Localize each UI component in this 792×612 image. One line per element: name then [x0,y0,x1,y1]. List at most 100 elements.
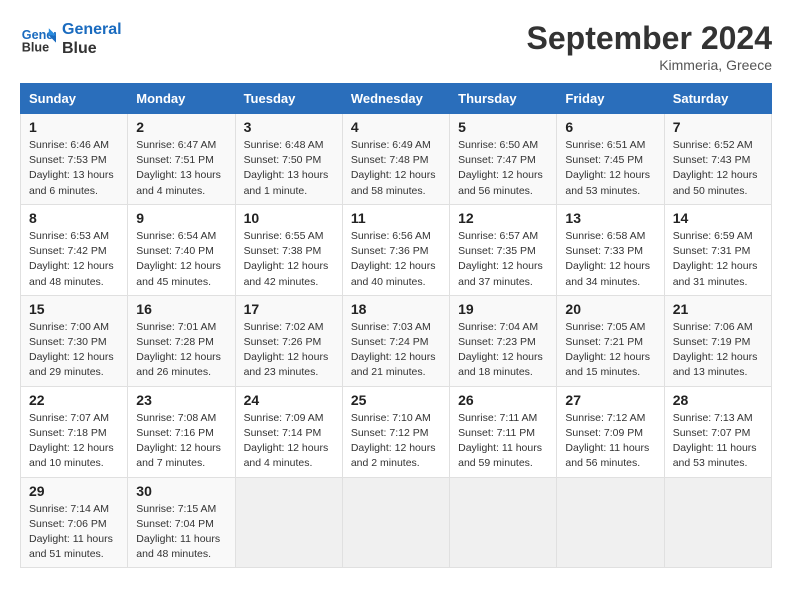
logo-text-general: General [62,20,122,39]
calendar-cell: 10Sunrise: 6:55 AM Sunset: 7:38 PM Dayli… [235,204,342,295]
day-number: 7 [673,119,763,135]
logo-icon: General Blue [20,21,56,57]
day-info: Sunrise: 7:13 AM Sunset: 7:07 PM Dayligh… [673,411,763,472]
calendar-cell [557,477,664,568]
calendar-week-1: 1Sunrise: 6:46 AM Sunset: 7:53 PM Daylig… [21,114,772,205]
weekday-header-wednesday: Wednesday [342,84,449,114]
day-number: 8 [29,210,119,226]
calendar-cell: 20 Sunrise: 7:05 AM Sunset: 7:21 PM Dayli… [557,295,664,386]
calendar-cell: 21Sunrise: 7:06 AM Sunset: 7:19 PM Dayli… [664,295,771,386]
calendar-cell: 29 Sunrise: 7:14 AM Sunset: 7:06 PM Dayli… [21,477,128,568]
day-number: 2 [136,119,226,135]
day-number: 22 [29,392,119,408]
day-number: 14 [673,210,763,226]
calendar-cell: 15 Sunrise: 7:00 AM Sunset: 7:30 PM Dayli… [21,295,128,386]
day-info: Sunrise: 6:56 AM Sunset: 7:36 PM Dayligh… [351,229,441,290]
day-info: Sunrise: 7:08 AM Sunset: 7:16 PM Dayligh… [136,411,226,472]
day-number: 17 [244,301,334,317]
calendar-cell: 19 Sunrise: 7:04 AM Sunset: 7:23 PM Dayli… [450,295,557,386]
day-info: Sunrise: 6:48 AM Sunset: 7:50 PM Dayligh… [244,138,334,199]
calendar-cell: 22 Sunrise: 7:07 AM Sunset: 7:18 PM Dayli… [21,386,128,477]
calendar-week-2: 8 Sunrise: 6:53 AM Sunset: 7:42 PM Daylig… [21,204,772,295]
day-number: 12 [458,210,548,226]
day-info: Sunrise: 7:02 AM Sunset: 7:26 PM Dayligh… [244,320,334,381]
day-info: Sunrise: 6:55 AM Sunset: 7:38 PM Dayligh… [244,229,334,290]
day-number: 28 [673,392,763,408]
svg-text:Blue: Blue [22,41,49,55]
calendar-cell [664,477,771,568]
calendar-cell: 13Sunrise: 6:58 AM Sunset: 7:33 PM Dayli… [557,204,664,295]
day-number: 23 [136,392,226,408]
day-info: Sunrise: 7:03 AM Sunset: 7:24 PM Dayligh… [351,320,441,381]
day-number: 25 [351,392,441,408]
calendar-cell: 9Sunrise: 6:54 AM Sunset: 7:40 PM Daylig… [128,204,235,295]
calendar-table: SundayMondayTuesdayWednesdayThursdayFrid… [20,83,772,568]
calendar-cell: 17 Sunrise: 7:02 AM Sunset: 7:26 PM Dayli… [235,295,342,386]
day-number: 27 [565,392,655,408]
calendar-cell: 2 Sunrise: 6:47 AM Sunset: 7:51 PM Daylig… [128,114,235,205]
calendar-cell: 4 Sunrise: 6:49 AM Sunset: 7:48 PM Daylig… [342,114,449,205]
day-number: 19 [458,301,548,317]
month-title: September 2024 [527,20,772,57]
weekday-header-saturday: Saturday [664,84,771,114]
calendar-cell: 14Sunrise: 6:59 AM Sunset: 7:31 PM Dayli… [664,204,771,295]
day-info: Sunrise: 7:05 AM Sunset: 7:21 PM Dayligh… [565,320,655,381]
day-number: 6 [565,119,655,135]
logo-text-blue: Blue [62,39,122,58]
day-info: Sunrise: 7:14 AM Sunset: 7:06 PM Dayligh… [29,502,119,563]
day-info: Sunrise: 6:53 AM Sunset: 7:42 PM Dayligh… [29,229,119,290]
calendar-cell: 28 Sunrise: 7:13 AM Sunset: 7:07 PM Dayli… [664,386,771,477]
calendar-cell: 23 Sunrise: 7:08 AM Sunset: 7:16 PM Dayli… [128,386,235,477]
day-info: Sunrise: 7:11 AM Sunset: 7:11 PM Dayligh… [458,411,548,472]
calendar-cell [342,477,449,568]
day-info: Sunrise: 6:51 AM Sunset: 7:45 PM Dayligh… [565,138,655,199]
calendar-title-area: September 2024 Kimmeria, Greece [527,20,772,73]
day-number: 15 [29,301,119,317]
calendar-cell: 16Sunrise: 7:01 AM Sunset: 7:28 PM Dayli… [128,295,235,386]
page-header: General Blue General Blue September 2024… [20,20,772,73]
day-info: Sunrise: 7:07 AM Sunset: 7:18 PM Dayligh… [29,411,119,472]
calendar-week-5: 29 Sunrise: 7:14 AM Sunset: 7:06 PM Dayli… [21,477,772,568]
day-info: Sunrise: 7:00 AM Sunset: 7:30 PM Dayligh… [29,320,119,381]
day-info: Sunrise: 6:54 AM Sunset: 7:40 PM Dayligh… [136,229,226,290]
day-number: 26 [458,392,548,408]
day-number: 4 [351,119,441,135]
calendar-week-4: 22 Sunrise: 7:07 AM Sunset: 7:18 PM Dayli… [21,386,772,477]
calendar-cell: 3 Sunrise: 6:48 AM Sunset: 7:50 PM Daylig… [235,114,342,205]
day-number: 18 [351,301,441,317]
day-info: Sunrise: 7:06 AM Sunset: 7:19 PM Dayligh… [673,320,763,381]
calendar-cell: 12Sunrise: 6:57 AM Sunset: 7:35 PM Dayli… [450,204,557,295]
logo: General Blue General Blue [20,20,122,58]
calendar-cell [235,477,342,568]
day-info: Sunrise: 7:15 AM Sunset: 7:04 PM Dayligh… [136,502,226,563]
calendar-cell: 6 Sunrise: 6:51 AM Sunset: 7:45 PM Daylig… [557,114,664,205]
day-number: 5 [458,119,548,135]
day-number: 29 [29,483,119,499]
day-info: Sunrise: 7:12 AM Sunset: 7:09 PM Dayligh… [565,411,655,472]
weekday-header-sunday: Sunday [21,84,128,114]
calendar-cell: 5Sunrise: 6:50 AM Sunset: 7:47 PM Daylig… [450,114,557,205]
day-info: Sunrise: 6:49 AM Sunset: 7:48 PM Dayligh… [351,138,441,199]
day-number: 20 [565,301,655,317]
day-info: Sunrise: 6:46 AM Sunset: 7:53 PM Dayligh… [29,138,119,199]
day-info: Sunrise: 7:09 AM Sunset: 7:14 PM Dayligh… [244,411,334,472]
weekday-header-tuesday: Tuesday [235,84,342,114]
calendar-header-row: SundayMondayTuesdayWednesdayThursdayFrid… [21,84,772,114]
day-number: 30 [136,483,226,499]
calendar-cell: 26 Sunrise: 7:11 AM Sunset: 7:11 PM Dayli… [450,386,557,477]
location: Kimmeria, Greece [527,57,772,73]
calendar-cell: 25Sunrise: 7:10 AM Sunset: 7:12 PM Dayli… [342,386,449,477]
day-number: 11 [351,210,441,226]
calendar-cell: 27 Sunrise: 7:12 AM Sunset: 7:09 PM Dayli… [557,386,664,477]
calendar-cell: 7Sunrise: 6:52 AM Sunset: 7:43 PM Daylig… [664,114,771,205]
day-info: Sunrise: 7:04 AM Sunset: 7:23 PM Dayligh… [458,320,548,381]
weekday-header-thursday: Thursday [450,84,557,114]
weekday-header-monday: Monday [128,84,235,114]
day-info: Sunrise: 6:47 AM Sunset: 7:51 PM Dayligh… [136,138,226,199]
day-number: 3 [244,119,334,135]
calendar-cell: 8 Sunrise: 6:53 AM Sunset: 7:42 PM Daylig… [21,204,128,295]
day-number: 24 [244,392,334,408]
day-info: Sunrise: 7:01 AM Sunset: 7:28 PM Dayligh… [136,320,226,381]
calendar-cell: 30 Sunrise: 7:15 AM Sunset: 7:04 PM Dayli… [128,477,235,568]
calendar-cell: 11 Sunrise: 6:56 AM Sunset: 7:36 PM Dayli… [342,204,449,295]
